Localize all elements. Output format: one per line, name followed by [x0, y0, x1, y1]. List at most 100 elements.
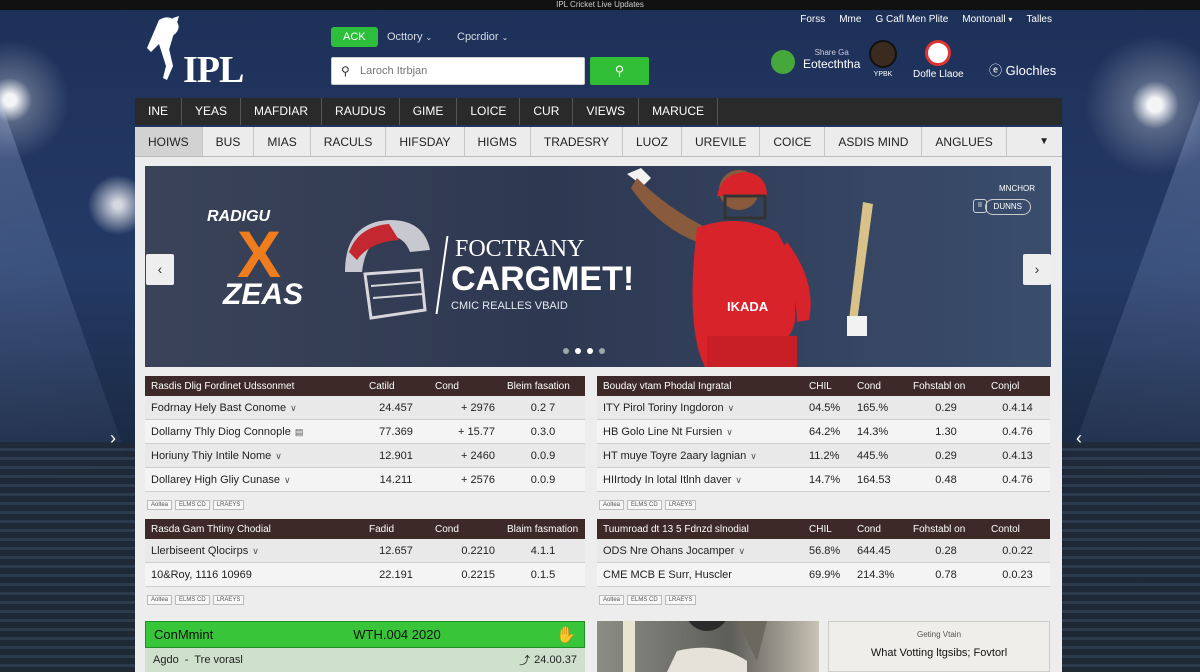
footer-button[interactable]: Aoltea [599, 500, 625, 510]
column-header: Fadid [369, 523, 395, 535]
user-profile-3[interactable]: Dofle Llaoe [913, 40, 964, 80]
carousel-dot[interactable] [575, 348, 581, 354]
table-row[interactable]: HT muye Toyre 2aary lagnian ∨ 11.2% 445.% 0.… [597, 444, 1050, 468]
nav-item[interactable]: CUR [520, 98, 574, 125]
table-row[interactable]: CME MCB E Surr, Huscler 69.9% 214.3% 0.78 0.… [597, 563, 1050, 587]
globe-link[interactable]: ⓔ Glochles [989, 60, 1056, 79]
toplink-g-cafl[interactable]: G Cafl Men Plite [875, 14, 948, 25]
carousel-next-button[interactable]: › [1023, 254, 1051, 285]
toplink-talles[interactable]: Talles [1026, 14, 1052, 25]
cell: 0.4.14 [1002, 401, 1033, 414]
carousel-dot[interactable] [599, 348, 605, 354]
tab-item[interactable]: RACULS [311, 127, 387, 156]
chevron-right-icon[interactable]: › [110, 428, 116, 449]
cell: HIIrtody In lotal Itlnh daver [603, 473, 732, 486]
tab-item[interactable]: MIAS [254, 127, 311, 156]
user-sub: Share Ga [814, 48, 849, 57]
footer-button[interactable]: ELMS CD [627, 595, 662, 605]
footer-button[interactable]: Aoltea [599, 595, 625, 605]
user-profile-2[interactable]: YPBK [869, 40, 897, 78]
pill-octtory[interactable]: Octtory ⌄ [387, 27, 432, 47]
pill-label: Cpcrdior [457, 31, 499, 43]
jersey-text: IKADA [727, 299, 769, 314]
globe-label: Glochles [1005, 63, 1057, 78]
column-header: Bleim fasation [507, 380, 570, 392]
cell: + 2460 [461, 449, 495, 462]
search-input[interactable] [360, 58, 580, 84]
tab-item[interactable]: ASDIS MIND [825, 127, 923, 156]
tab-item[interactable]: UREVILE [682, 127, 761, 156]
tab-item[interactable]: HIGMS [465, 127, 531, 156]
footer-button[interactable]: LRAEYS [664, 595, 697, 605]
cell: Llerbiseent Qlocirps [151, 544, 249, 557]
footer-button[interactable]: ELMS CD [175, 500, 210, 510]
nav-item[interactable]: MARUCE [639, 98, 719, 125]
pill-cpcrdior[interactable]: Cpcrdior ⌄ [457, 27, 508, 47]
column-header: Tuumroad dt 13 5 Fdnzd slnodial [603, 523, 749, 535]
helmet-icon [345, 220, 430, 320]
cell: 69.9% [809, 568, 841, 581]
tab-item[interactable]: LUOZ [623, 127, 683, 156]
table-row[interactable]: Dollarny Thly Diog Connople ▤ 77.369 + 15.7… [145, 420, 585, 444]
table-row[interactable]: ODS Nre Ohans Jocamper ∨ 56.8% 644.45 0.28 0.… [597, 539, 1050, 563]
column-header: Fohstabl on [913, 523, 966, 535]
cell: 04.5% [809, 401, 841, 414]
table-row[interactable]: Llerbiseent Qlocirps ∨ 12.657 0.2210 4.1.1 [145, 539, 585, 563]
toplink-montonall[interactable]: Montonall ▾ [962, 14, 1012, 25]
tab-item[interactable]: ANGLUES [922, 127, 1007, 156]
footer-button[interactable]: LRAEYS [212, 595, 245, 605]
share-icon: ⤴ [519, 655, 531, 667]
cell: 0.3.0 [530, 425, 556, 438]
nav-item[interactable]: INE [135, 98, 183, 125]
nav-item[interactable]: RAUDUS [322, 98, 400, 125]
carousel-prev-button[interactable]: ‹ [146, 254, 174, 285]
table-row[interactable]: 10&Roy, 1116 10969 22.191 0.2215 0.1.5 [145, 563, 585, 587]
footer-button[interactable]: ELMS CD [627, 500, 662, 510]
footer-button[interactable]: LRAEYS [664, 500, 697, 510]
tab-item[interactable]: BUS [203, 127, 255, 156]
chevron-left-icon[interactable]: ‹ [1076, 428, 1082, 449]
document-icon: ▤ [294, 426, 304, 437]
cell: 164.53 [857, 473, 891, 486]
cell: 14.3% [857, 425, 889, 438]
carousel-dot[interactable] [587, 348, 593, 354]
table-row[interactable]: Fodrnay Hely Bast Conome ∨ 24.457 + 2976 0.2… [145, 396, 585, 420]
ipl-logo[interactable]: IPL [139, 14, 249, 91]
player-photo-thumbnail[interactable] [597, 587, 819, 672]
user-profile-1[interactable]: Share Ga Eotecththa [771, 48, 860, 74]
table-row[interactable]: Horiuny Thiy Intile Nome ∨ 12.901 + 2460 0.0… [145, 444, 585, 468]
table-row[interactable]: ITY Pirol Toriny Ingdoron ∨ 04.5% 165.% 0.29… [597, 396, 1050, 420]
table-row[interactable]: HB Golo Line Nt Fursien ∨ 64.2% 14.3% 1.30 0.… [597, 420, 1050, 444]
banner-mini-title: MNCHOR [999, 184, 1035, 193]
cell: HT muye Toyre 2aary lagnian [603, 449, 747, 462]
table-row[interactable]: Dollarey High Gliy Cunase ∨ 14.211 + 2576 0.… [145, 468, 585, 492]
tab-item[interactable]: TRADESRY [531, 127, 623, 156]
footer-button[interactable]: ELMS CD [175, 595, 210, 605]
pill-ack[interactable]: ACK [331, 27, 378, 47]
chevron-down-icon: ⌄ [501, 33, 509, 42]
table-row[interactable]: HIIrtody In lotal Itlnh daver ∨ 14.7% 164.5… [597, 468, 1050, 492]
cell: 77.369 [379, 425, 413, 438]
nav-item[interactable]: MAFDIAR [241, 98, 323, 125]
voting-widget[interactable]: Geting Vtain What Votting ltgsibs; Fovto… [828, 621, 1050, 672]
toplink-forss[interactable]: Forss [800, 14, 825, 25]
column-header: Cond [435, 523, 459, 535]
nav-item[interactable]: LOICE [457, 98, 521, 125]
search-button[interactable]: ⚲ [590, 57, 649, 85]
carousel-dot[interactable] [563, 348, 569, 354]
tab-item[interactable]: COICE [760, 127, 826, 156]
nav-item[interactable]: YEAS [182, 98, 242, 125]
footer-button[interactable]: LRAEYS [212, 500, 245, 510]
tab-item[interactable]: HIFSDAY [386, 127, 465, 156]
tab-hoiws[interactable]: HOIWS [135, 127, 203, 156]
commit-bar[interactable]: ConMmint WTH.004 2020 ✋ [145, 621, 585, 648]
nav-item[interactable]: VIEWS [573, 98, 640, 125]
toplink-mme[interactable]: Mme [839, 14, 861, 25]
banner-mini-button[interactable]: DUNNS [984, 199, 1031, 215]
chevron-down-icon[interactable]: ▼ [1026, 127, 1062, 156]
footer-button[interactable]: Aoltea [147, 595, 173, 605]
nav-item[interactable]: GIME [400, 98, 458, 125]
cell: 0.0.9 [530, 473, 556, 486]
footer-button[interactable]: Aoltea [147, 500, 173, 510]
cell: 0.4.13 [1002, 449, 1033, 462]
